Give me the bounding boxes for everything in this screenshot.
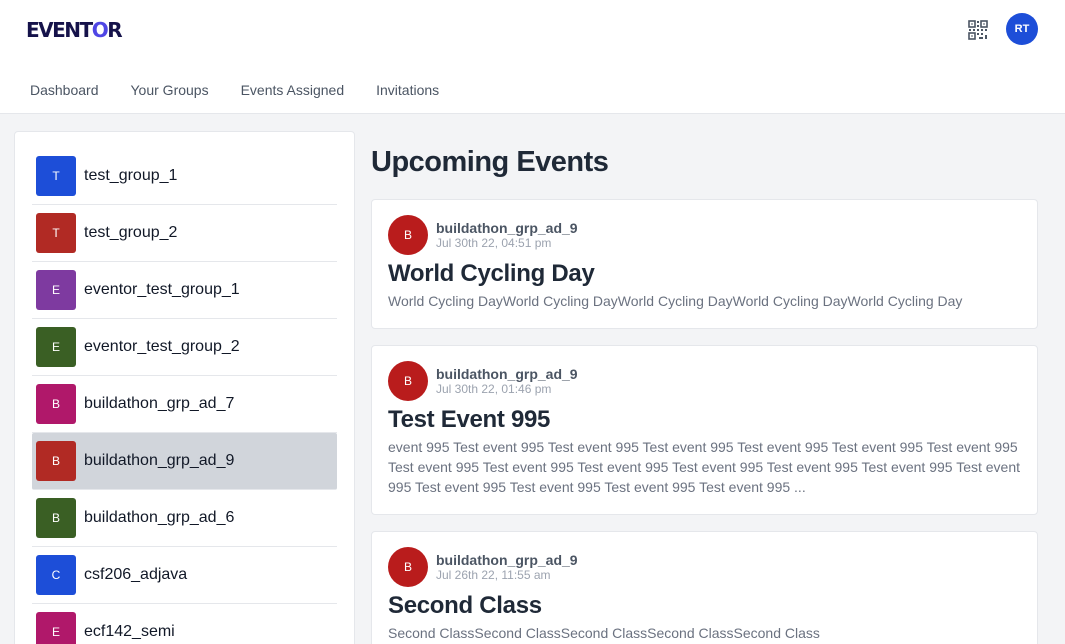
group-name: buildathon_grp_ad_9 (84, 452, 235, 469)
user-avatar[interactable]: RT (1006, 13, 1038, 45)
group-item[interactable]: Eecf142_semi (32, 604, 337, 644)
main-nav: Dashboard Your Groups Events Assigned In… (14, 74, 455, 106)
qr-code-icon[interactable] (968, 20, 988, 40)
event-group-name: buildathon_grp_ad_9 (436, 551, 578, 568)
group-item[interactable]: Eeventor_test_group_1 (32, 262, 337, 319)
group-name: test_group_1 (84, 167, 178, 184)
group-item[interactable]: Ttest_group_2 (32, 205, 337, 262)
event-group-name: buildathon_grp_ad_9 (436, 365, 578, 382)
event-title: World Cycling Day (388, 260, 595, 287)
group-item-selected[interactable]: Bbuildathon_grp_ad_9 (32, 433, 337, 490)
group-avatar: C (36, 555, 76, 595)
group-name: buildathon_grp_ad_6 (84, 509, 235, 526)
group-avatar: T (36, 213, 76, 253)
nav-events-assigned[interactable]: Events Assigned (225, 74, 361, 106)
event-card[interactable]: B buildathon_grp_ad_9 Jul 30th 22, 01:46… (371, 345, 1038, 515)
eventor-logo[interactable]: EVENTOR (26, 18, 123, 42)
group-avatar: B (36, 441, 76, 481)
event-group-name: buildathon_grp_ad_9 (436, 219, 578, 236)
group-item[interactable]: Bbuildathon_grp_ad_6 (32, 490, 337, 547)
event-title: Test Event 995 (388, 406, 551, 433)
group-avatar: E (36, 270, 76, 310)
page-title: Upcoming Events (371, 146, 609, 178)
group-avatar: E (36, 612, 76, 644)
group-avatar: E (36, 327, 76, 367)
nav-invitations[interactable]: Invitations (360, 74, 455, 106)
group-item[interactable]: Ccsf206_adjava (32, 547, 337, 604)
event-group-avatar: B (388, 361, 428, 401)
group-avatar: T (36, 156, 76, 196)
group-name: csf206_adjava (84, 566, 188, 583)
event-group-avatar: B (388, 215, 428, 255)
event-timestamp: Jul 26th 22, 11:55 am (436, 567, 551, 582)
group-item[interactable]: Bbuildathon_grp_ad_7 (32, 376, 337, 433)
event-card[interactable]: B buildathon_grp_ad_9 Jul 26th 22, 11:55… (371, 531, 1038, 644)
event-description: World Cycling DayWorld Cycling DayWorld … (388, 293, 963, 309)
nav-your-groups[interactable]: Your Groups (115, 74, 225, 106)
event-group-avatar: B (388, 547, 428, 587)
event-timestamp: Jul 30th 22, 04:51 pm (436, 235, 552, 250)
event-card[interactable]: B buildathon_grp_ad_9 Jul 30th 22, 04:51… (371, 199, 1038, 329)
group-name: ecf142_semi (84, 623, 175, 640)
group-avatar: B (36, 384, 76, 424)
event-timestamp: Jul 30th 22, 01:46 pm (436, 381, 552, 396)
event-description: Second ClassSecond ClassSecond ClassSeco… (388, 625, 820, 641)
event-description: event 995 Test event 995 Test event 995 … (388, 439, 1021, 495)
group-name: test_group_2 (84, 224, 178, 241)
groups-sidebar: Ttest_group_1 Ttest_group_2 Eeventor_tes… (14, 131, 355, 644)
group-name: eventor_test_group_1 (84, 281, 240, 298)
nav-dashboard[interactable]: Dashboard (14, 74, 115, 106)
group-name: buildathon_grp_ad_7 (84, 395, 235, 412)
event-title: Second Class (388, 592, 542, 619)
group-item[interactable]: Eeventor_test_group_2 (32, 319, 337, 376)
group-avatar: B (36, 498, 76, 538)
group-name: eventor_test_group_2 (84, 338, 240, 355)
top-header: EVENTOR RT Dashboard Your Groups Events … (0, 0, 1065, 114)
group-item[interactable]: Ttest_group_1 (32, 148, 337, 205)
